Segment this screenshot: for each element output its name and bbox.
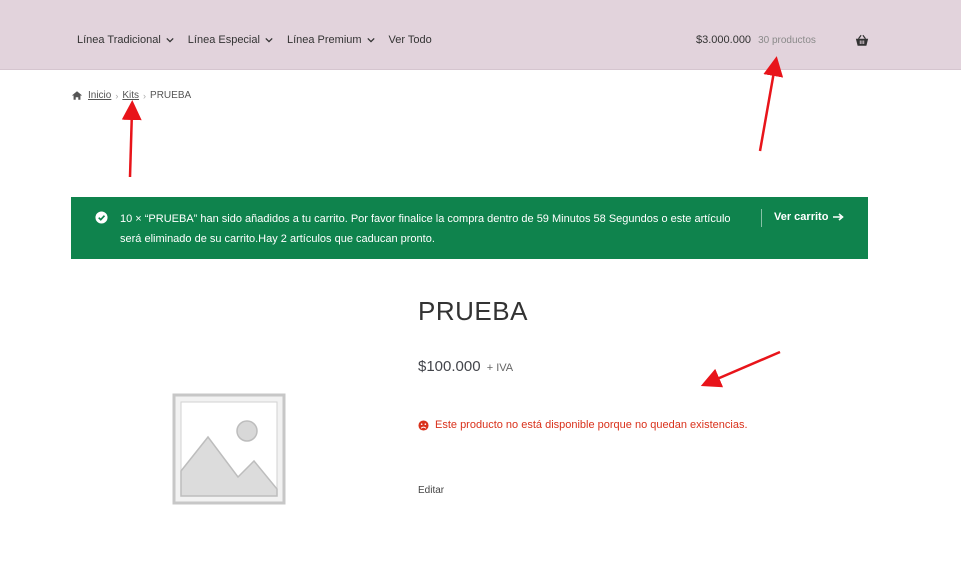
breadcrumb: Inicio › Kits › PRUEBA	[71, 90, 191, 101]
cart-total: $3.000.000	[696, 34, 752, 46]
notice-divider	[761, 209, 762, 227]
nav-item-linea-tradicional[interactable]: Línea Tradicional	[77, 34, 174, 46]
annotation-arrows-overlay	[121, 56, 784, 388]
breadcrumb-category-link[interactable]: Kits	[122, 90, 139, 101]
notice-message: 10 × “PRUEBA” han sido añadidos a tu car…	[120, 209, 750, 249]
chevron-down-icon	[265, 37, 273, 43]
chevron-down-icon	[366, 37, 375, 43]
basket-icon[interactable]	[855, 34, 869, 47]
chevron-down-icon	[166, 37, 174, 43]
nav-item-label: Ver Todo	[388, 34, 432, 46]
view-cart-label: Ver carrito	[774, 211, 829, 223]
nav-item-linea-especial[interactable]: Línea Especial	[188, 34, 273, 46]
annotation-arrow-stock	[700, 350, 781, 388]
breadcrumb-current: PRUEBA	[150, 90, 192, 101]
view-cart-link[interactable]: Ver carrito	[774, 211, 845, 223]
out-of-stock-text: Este producto no está disponible porque …	[435, 419, 748, 431]
price-suffix: + IVA	[486, 362, 514, 374]
site-header: Línea Tradicional Línea Especial Línea P…	[0, 0, 961, 70]
nav-item-label: Línea Especial	[187, 34, 260, 46]
edit-product-link[interactable]: Editar	[418, 485, 444, 496]
breadcrumb-separator: ›	[115, 90, 119, 101]
check-circle-icon	[95, 211, 108, 224]
header-cart-link[interactable]: $3.000.000 30 productos	[696, 34, 816, 46]
cart-added-notice: 10 × “PRUEBA” han sido añadidos a tu car…	[71, 197, 868, 259]
primary-navigation: Línea Tradicional Línea Especial Línea P…	[77, 34, 446, 46]
product-price: $100.000 + IVA	[418, 358, 513, 375]
nav-item-linea-premium[interactable]: Línea Premium	[287, 34, 375, 46]
product-image-placeholder[interactable]	[172, 393, 286, 505]
out-of-stock-message: Este producto no está disponible porque …	[418, 419, 748, 431]
annotation-arrow-breadcrumb	[121, 100, 142, 178]
home-icon	[71, 91, 83, 100]
notice-message-line-2: será eliminado de su carrito.Hay 2 artíc…	[120, 233, 435, 245]
breadcrumb-separator: ›	[143, 90, 147, 101]
nav-item-label: Línea Tradicional	[77, 34, 161, 46]
nav-item-ver-todo[interactable]: Ver Todo	[389, 34, 432, 46]
product-title: PRUEBA	[418, 296, 528, 326]
sad-face-icon	[418, 419, 429, 431]
notice-message-line-1: 10 × “PRUEBA” han sido añadidos a tu car…	[120, 213, 731, 225]
arrow-right-icon	[833, 213, 845, 221]
nav-item-label: Línea Premium	[286, 34, 362, 46]
cart-count: 30 productos	[758, 34, 816, 46]
price-amount: $100.000	[418, 358, 481, 375]
annotation-arrow-cart	[758, 56, 784, 152]
breadcrumb-home-link[interactable]: Inicio	[88, 90, 111, 101]
